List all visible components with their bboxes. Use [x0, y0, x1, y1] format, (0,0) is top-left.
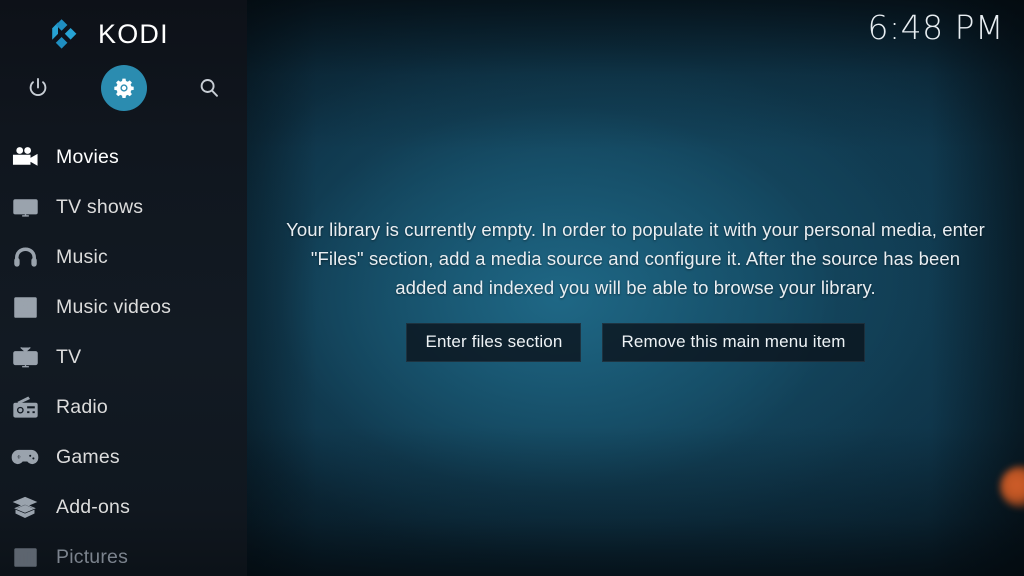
sidebar-item-label: Music videos: [56, 295, 172, 318]
sidebar-item-music[interactable]: Music: [0, 232, 247, 282]
gamepad-icon: [10, 444, 40, 470]
sidebar-item-label: Games: [56, 445, 120, 468]
sidebar-item-label: Radio: [56, 395, 108, 418]
film-note-icon: [10, 294, 40, 320]
sidebar-item-music-videos[interactable]: Music videos: [0, 282, 247, 332]
app-logo[interactable]: KODI: [0, 12, 247, 57]
sidebar-item-pictures[interactable]: Pictures: [0, 532, 247, 576]
addon-box-icon: [10, 494, 40, 520]
sidebar-item-label: Add-ons: [56, 495, 131, 518]
pictures-icon: [10, 544, 40, 570]
top-icon-row: [0, 62, 247, 114]
sidebar-item-tv[interactable]: TV: [0, 332, 247, 382]
sidebar-item-label: TV shows: [56, 195, 144, 218]
television-icon: [10, 344, 40, 370]
sidebar-item-label: Movies: [56, 145, 119, 168]
sidebar-item-label: Pictures: [56, 545, 129, 568]
gear-icon[interactable]: [98, 62, 150, 114]
sidebar-item-tv-shows[interactable]: TV shows: [0, 182, 247, 232]
sidebar-item-movies[interactable]: Movies: [0, 132, 247, 182]
main-content: Your library is currently empty. In orde…: [247, 0, 1024, 576]
headphones-icon: [10, 244, 40, 270]
kodi-diamond-logo-icon: [46, 18, 84, 52]
sidebar-item-label: Music: [56, 245, 108, 268]
sidebar: KODI Movies TV shows Music Music videos …: [0, 0, 247, 576]
monitor-icon: [10, 194, 40, 220]
movie-camera-icon: [10, 144, 40, 170]
power-icon[interactable]: [12, 62, 64, 114]
sidebar-item-label: TV: [56, 345, 82, 368]
sidebar-menu: Movies TV shows Music Music videos TV Ra…: [0, 132, 247, 576]
settings-selected-indicator: [101, 65, 147, 111]
empty-library-message: Your library is currently empty. In orde…: [286, 218, 985, 298]
sidebar-item-games[interactable]: Games: [0, 432, 247, 482]
kodi-home-screen: 6:48 PM Your library is currently empty.…: [0, 0, 1024, 576]
app-name: KODI: [98, 19, 169, 49]
sidebar-item-add-ons[interactable]: Add-ons: [0, 482, 247, 532]
remove-main-menu-item-button[interactable]: Remove this main menu item: [602, 322, 865, 362]
sidebar-item-radio[interactable]: Radio: [0, 382, 247, 432]
enter-files-section-button[interactable]: Enter files section: [406, 322, 582, 362]
search-icon[interactable]: [183, 62, 235, 114]
radio-icon: [10, 394, 40, 420]
action-button-row: Enter files section Remove this main men…: [406, 322, 865, 362]
